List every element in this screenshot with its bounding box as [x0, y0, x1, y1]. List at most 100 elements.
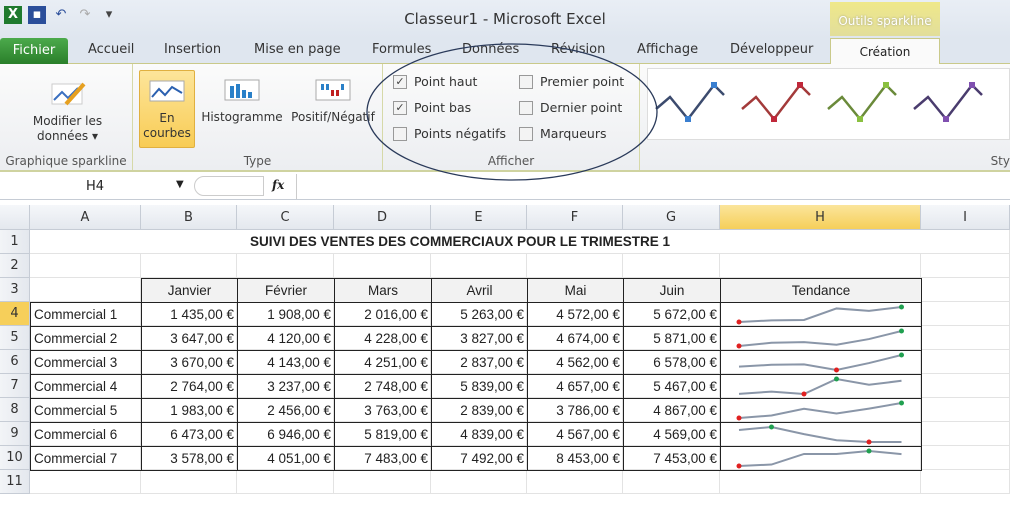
checkbox-dernier-point[interactable]: Dernier point: [519, 100, 622, 115]
value-cell[interactable]: 6 578,00 €: [623, 350, 721, 375]
cell[interactable]: [921, 470, 1010, 494]
column-label[interactable]: Avril: [431, 278, 528, 303]
checkbox-premier-point[interactable]: Premier point: [519, 74, 624, 89]
column-header-C[interactable]: C: [237, 205, 334, 230]
value-cell[interactable]: 3 786,00 €: [527, 398, 624, 423]
value-cell[interactable]: 7 453,00 €: [623, 446, 721, 471]
style-swatch-line[interactable]: [913, 83, 983, 122]
row-header-11[interactable]: 11: [0, 470, 30, 494]
style-swatch-line[interactable]: [827, 83, 897, 122]
value-cell[interactable]: 4 674,00 €: [527, 326, 624, 351]
cell[interactable]: [141, 254, 237, 278]
value-cell[interactable]: 4 839,00 €: [431, 422, 528, 447]
value-cell[interactable]: 4 228,00 €: [334, 326, 432, 351]
column-header-H[interactable]: H: [720, 205, 921, 230]
value-cell[interactable]: 2 748,00 €: [334, 374, 432, 399]
cell[interactable]: [30, 254, 141, 278]
row-header-4[interactable]: 4: [0, 302, 30, 326]
cell[interactable]: [623, 470, 720, 494]
cell[interactable]: [237, 470, 334, 494]
checkbox-box[interactable]: ✓: [393, 74, 407, 89]
value-cell[interactable]: 3 647,00 €: [141, 326, 238, 351]
cell[interactable]: [921, 302, 1010, 326]
row-header-5[interactable]: 5: [0, 326, 30, 350]
cell[interactable]: [623, 254, 720, 278]
sparkline-cell[interactable]: [720, 350, 922, 375]
column-header-F[interactable]: F: [527, 205, 623, 230]
name-box-dropdown-icon[interactable]: ▼: [176, 179, 184, 190]
cell[interactable]: [30, 470, 141, 494]
cell[interactable]: [431, 470, 527, 494]
checkbox-box[interactable]: [519, 126, 533, 141]
value-cell[interactable]: 5 672,00 €: [623, 302, 721, 327]
checkbox-point-haut[interactable]: ✓ Point haut: [393, 74, 477, 89]
cell[interactable]: [921, 350, 1010, 374]
row-name[interactable]: Commercial 4: [30, 374, 142, 399]
tab-revision[interactable]: Révision: [551, 42, 605, 57]
sparkline-cell[interactable]: [720, 374, 922, 399]
cell[interactable]: [527, 470, 623, 494]
checkbox-box[interactable]: [519, 74, 533, 89]
value-cell[interactable]: 5 839,00 €: [431, 374, 528, 399]
tab-mise-en-page[interactable]: Mise en page: [254, 42, 341, 57]
row-header-9[interactable]: 9: [0, 422, 30, 446]
row-header-2[interactable]: 2: [0, 254, 30, 278]
formula-input[interactable]: [296, 174, 1010, 199]
value-cell[interactable]: 5 263,00 €: [431, 302, 528, 327]
row-name[interactable]: Commercial 3: [30, 350, 142, 375]
checkbox-marqueurs[interactable]: Marqueurs: [519, 126, 607, 141]
tab-developpeur[interactable]: Développeur: [730, 42, 813, 57]
winloss-type-button[interactable]: Positif/Négatif: [285, 76, 381, 125]
row-name[interactable]: Commercial 6: [30, 422, 142, 447]
cell[interactable]: [334, 470, 431, 494]
value-cell[interactable]: 4 051,00 €: [237, 446, 335, 471]
column-label[interactable]: Juin: [623, 278, 721, 303]
value-cell[interactable]: 5 819,00 €: [334, 422, 432, 447]
cell[interactable]: [921, 230, 1010, 254]
cell[interactable]: [30, 278, 141, 302]
tab-creation[interactable]: Création: [830, 38, 940, 65]
checkbox-box[interactable]: ✓: [393, 100, 407, 115]
column-header-D[interactable]: D: [334, 205, 431, 230]
value-cell[interactable]: 3 827,00 €: [431, 326, 528, 351]
cell[interactable]: [527, 254, 623, 278]
cell[interactable]: [921, 278, 1010, 302]
value-cell[interactable]: 4 572,00 €: [527, 302, 624, 327]
column-header-I[interactable]: I: [921, 205, 1010, 230]
cell[interactable]: [921, 422, 1010, 446]
cell[interactable]: [720, 254, 921, 278]
style-swatch-line[interactable]: [655, 83, 725, 122]
row-name[interactable]: Commercial 7: [30, 446, 142, 471]
value-cell[interactable]: 2 837,00 €: [431, 350, 528, 375]
sparkline-cell[interactable]: [720, 422, 922, 447]
row-header-3[interactable]: 3: [0, 278, 30, 302]
select-all-corner[interactable]: [0, 205, 30, 230]
tab-insertion[interactable]: Insertion: [164, 42, 221, 57]
value-cell[interactable]: 8 453,00 €: [527, 446, 624, 471]
row-header-6[interactable]: 6: [0, 350, 30, 374]
cell[interactable]: [921, 326, 1010, 350]
sparkline-cell[interactable]: [720, 326, 922, 351]
name-box[interactable]: H4: [0, 176, 190, 198]
value-cell[interactable]: 4 567,00 €: [527, 422, 624, 447]
sparkline-cell[interactable]: [720, 446, 922, 471]
cell[interactable]: [921, 254, 1010, 278]
style-gallery[interactable]: [647, 68, 1010, 140]
style-swatch-line[interactable]: [741, 83, 811, 122]
tab-accueil[interactable]: Accueil: [88, 42, 134, 57]
value-cell[interactable]: 3 237,00 €: [237, 374, 335, 399]
column-label[interactable]: Février: [237, 278, 335, 303]
value-cell[interactable]: 5 871,00 €: [623, 326, 721, 351]
value-cell[interactable]: 1 435,00 €: [141, 302, 238, 327]
value-cell[interactable]: 4 251,00 €: [334, 350, 432, 375]
cell[interactable]: [141, 470, 237, 494]
insert-function-icon[interactable]: fx: [272, 178, 284, 192]
value-cell[interactable]: 7 483,00 €: [334, 446, 432, 471]
value-cell[interactable]: 1 908,00 €: [237, 302, 335, 327]
cell[interactable]: [720, 470, 921, 494]
cell[interactable]: [921, 398, 1010, 422]
cell[interactable]: [921, 374, 1010, 398]
checkbox-box[interactable]: [519, 100, 533, 115]
value-cell[interactable]: 4 562,00 €: [527, 350, 624, 375]
value-cell[interactable]: 5 467,00 €: [623, 374, 721, 399]
